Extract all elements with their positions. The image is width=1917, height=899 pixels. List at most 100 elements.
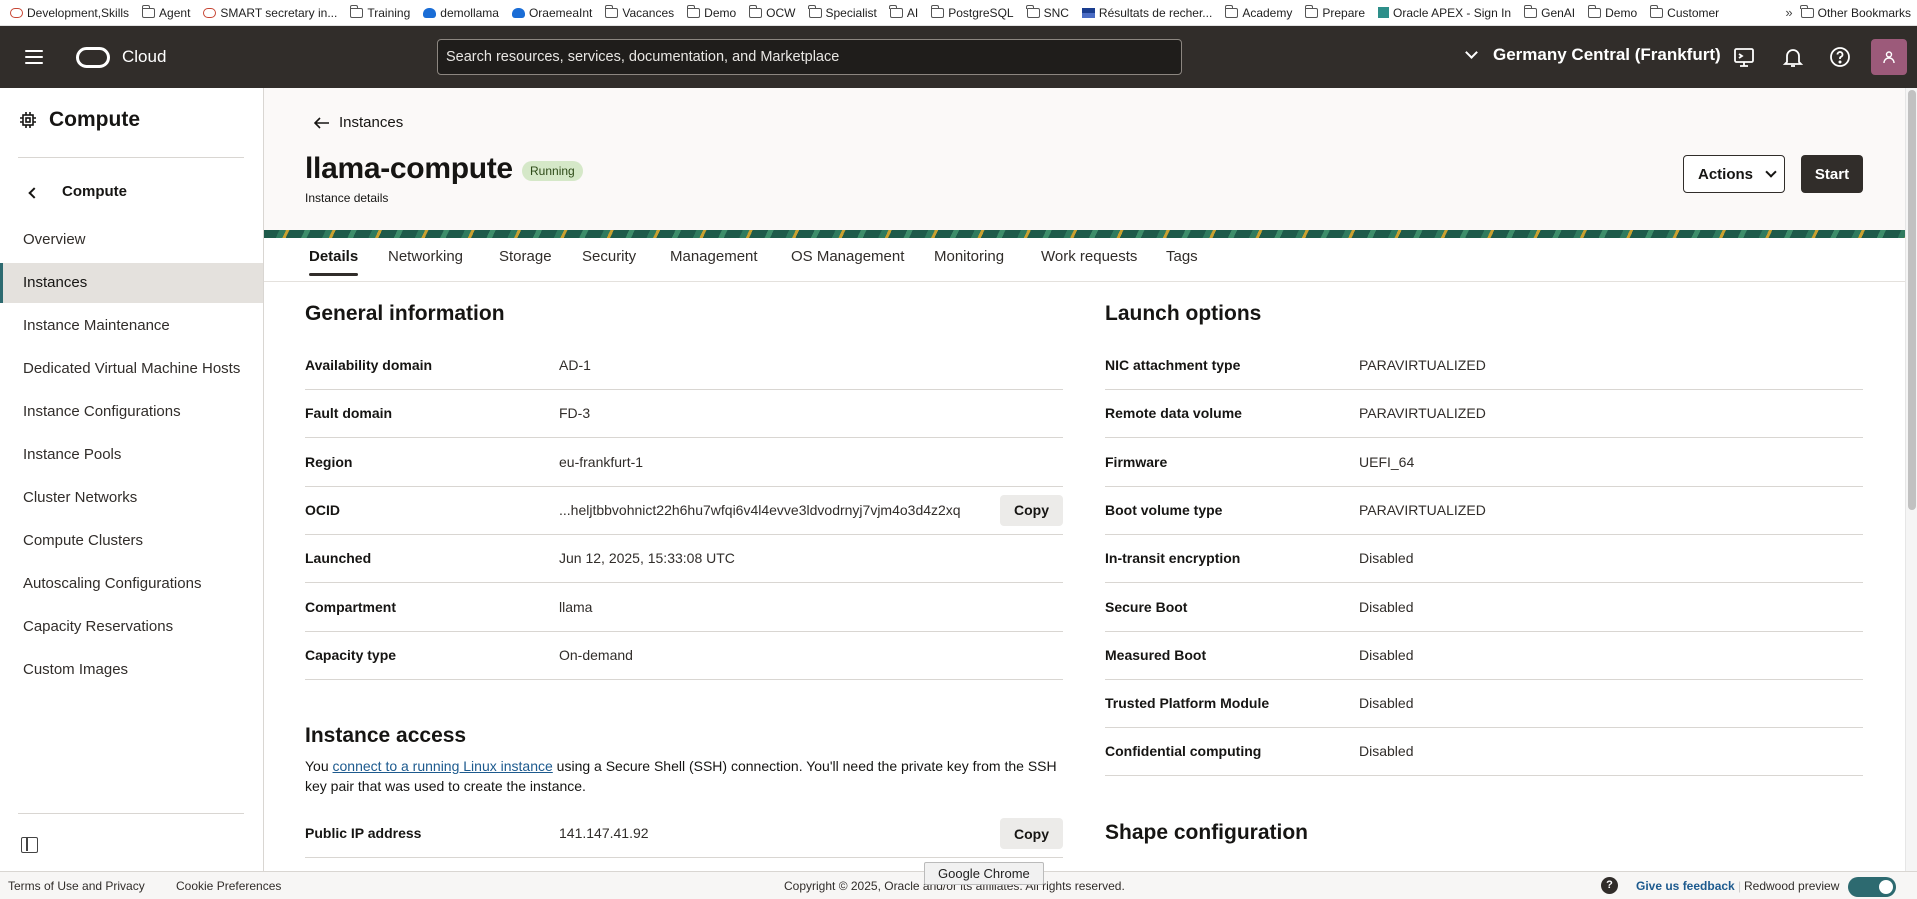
sidebar-item-autoscaling-configurations[interactable]: Autoscaling Configurations: [0, 564, 263, 604]
tab-os-management[interactable]: OS Management: [791, 248, 904, 276]
detail-value: Disabled: [1359, 743, 1414, 760]
redwood-preview-toggle[interactable]: [1848, 877, 1896, 897]
cloud-icon: [511, 7, 525, 18]
detail-row: Capacity type On-demand: [305, 632, 1063, 680]
bookmark-item[interactable]: Demo: [686, 4, 736, 20]
sidebar-title: Compute: [49, 108, 140, 131]
bookmark-item[interactable]: AI: [889, 4, 918, 20]
bookmark-item[interactable]: Training: [349, 4, 410, 20]
detail-label: Measured Boot: [1105, 646, 1207, 663]
detail-label: Confidential computing: [1105, 743, 1262, 760]
sidebar-item-custom-images[interactable]: Custom Images: [0, 650, 263, 690]
sidebar-item-compute-clusters[interactable]: Compute Clusters: [0, 521, 263, 561]
detail-label: Launched: [305, 550, 372, 567]
profile-avatar[interactable]: [1871, 39, 1907, 75]
breadcrumb[interactable]: Instances: [314, 114, 403, 131]
bookmark-item[interactable]: Prepare: [1304, 4, 1365, 20]
bookmark-item[interactable]: OraemeaInt: [511, 5, 593, 20]
sidebar-item-dedicated-virtual-machine-hosts[interactable]: Dedicated Virtual Machine Hosts: [0, 349, 263, 389]
tab-networking[interactable]: Networking: [388, 248, 463, 276]
user-icon: [1883, 51, 1895, 64]
sidebar-back-link[interactable]: Compute: [28, 183, 127, 200]
cloud-shell-icon[interactable]: [1733, 46, 1755, 68]
bookmark-item[interactable]: demollama: [423, 6, 499, 20]
bookmark-item[interactable]: Agent: [141, 4, 190, 20]
detail-value: llama: [559, 598, 593, 615]
folder-icon: [1026, 4, 1040, 18]
copy-ip-button[interactable]: Copy: [1000, 818, 1063, 849]
cookie-preferences-link[interactable]: Cookie Preferences: [176, 879, 281, 893]
public-ip-label: Public IP address: [305, 825, 422, 841]
bookmark-item[interactable]: GenAI: [1523, 4, 1575, 20]
folder-icon: [141, 4, 156, 18]
sidebar-item-instance-pools[interactable]: Instance Pools: [0, 435, 263, 475]
bookmark-item[interactable]: Customer: [1649, 4, 1719, 20]
collapse-sidebar-icon[interactable]: [21, 837, 38, 853]
chevron-left-icon: [28, 186, 40, 199]
bookmark-label: OraemeaInt: [528, 5, 593, 20]
search-input[interactable]: Search resources, services, documentatio…: [437, 39, 1182, 75]
breadcrumb-instances[interactable]: Instances: [339, 114, 403, 131]
bookmark-label: Development,Skills: [27, 5, 130, 20]
tab-management[interactable]: Management: [670, 248, 758, 276]
connect-linux-link[interactable]: connect to a running Linux instance: [333, 758, 553, 774]
launch-options-title: Launch options: [1105, 302, 1262, 325]
tab-work-requests[interactable]: Work requests: [1041, 248, 1137, 276]
status-badge: Running: [522, 161, 583, 181]
tab-monitoring[interactable]: Monitoring: [934, 248, 1004, 276]
more-bookmarks-button[interactable]: »: [1785, 5, 1792, 20]
detail-label: Trusted Platform Module: [1105, 695, 1270, 712]
feedback-link[interactable]: Give us feedback: [1636, 879, 1735, 893]
detail-value: Disabled: [1359, 695, 1414, 712]
sidebar: Compute Compute Overview Instances Instanc…: [0, 88, 264, 871]
folder-icon: [1800, 4, 1814, 18]
tab-tags[interactable]: Tags: [1166, 248, 1198, 276]
page-scrollbar[interactable]: [1905, 88, 1917, 871]
sidebar-item-instance-configurations[interactable]: Instance Configurations: [0, 392, 263, 432]
sidebar-item-capacity-reservations[interactable]: Capacity Reservations: [0, 607, 263, 647]
detail-label: In-transit encryption: [1105, 550, 1241, 567]
bookmark-item[interactable]: SNC: [1026, 4, 1069, 20]
folder-icon: [349, 4, 364, 18]
sidebar-item-overview[interactable]: Overview: [0, 220, 263, 260]
bookmark-item[interactable]: Development,Skills: [10, 6, 129, 20]
help-circle-icon[interactable]: ?: [1601, 877, 1618, 894]
detail-label: Fault domain: [305, 405, 393, 422]
sidebar-item-instances[interactable]: Instances: [0, 263, 263, 303]
help-icon[interactable]: [1829, 46, 1851, 68]
notifications-bell-icon[interactable]: [1782, 46, 1804, 68]
bookmark-item[interactable]: Oracle APEX - Sign In: [1378, 6, 1511, 20]
tab-details[interactable]: Details: [309, 248, 359, 276]
actions-button[interactable]: Actions: [1683, 155, 1785, 193]
bookmark-item[interactable]: Vacances: [604, 4, 674, 20]
bookmark-item[interactable]: Specialist: [808, 4, 877, 20]
bookmark-label: SMART secretary in...: [220, 5, 338, 20]
bookmark-item[interactable]: Résultats de recher...: [1081, 6, 1212, 20]
bookmark-item[interactable]: PostgreSQL: [930, 4, 1014, 20]
other-bookmarks-label: Other Bookmarks: [1817, 5, 1911, 20]
start-button[interactable]: Start: [1801, 155, 1863, 193]
bookmark-item[interactable]: Academy: [1224, 4, 1292, 20]
tab-security[interactable]: Security: [582, 248, 636, 276]
tab-storage[interactable]: Storage: [499, 248, 552, 276]
brand-label[interactable]: Cloud: [122, 47, 166, 67]
bookmark-item[interactable]: SMART secretary in...: [203, 6, 337, 20]
scrollbar-thumb[interactable]: [1908, 90, 1916, 510]
detail-label: Region: [305, 453, 353, 470]
copy-ocid-button[interactable]: Copy: [1000, 494, 1063, 526]
sidebar-item-instance-maintenance[interactable]: Instance Maintenance: [0, 306, 263, 346]
detail-value: ...heljtbbvohnict22h6hu7wfqi6v4l4evve3ld…: [559, 501, 961, 518]
detail-row: Firmware UEFI_64: [1105, 439, 1863, 487]
terms-link[interactable]: Terms of Use and Privacy: [8, 879, 145, 893]
detail-value: AD-1: [559, 357, 591, 373]
detail-value: eu-frankfurt-1: [559, 453, 644, 470]
detail-row: Boot volume type PARAVIRTUALIZED: [1105, 487, 1863, 535]
bookmark-item[interactable]: Demo: [1587, 4, 1637, 20]
other-bookmarks[interactable]: Other Bookmarks: [1800, 4, 1911, 20]
public-ip-value: 141.147.41.92: [559, 825, 649, 841]
sidebar-item-cluster-networks[interactable]: Cluster Networks: [0, 478, 263, 518]
region-selector[interactable]: Germany Central (Frankfurt): [1465, 45, 1721, 65]
menu-icon[interactable]: [25, 50, 43, 64]
oracle-logo-icon[interactable]: [76, 46, 110, 68]
bookmark-item[interactable]: OCW: [748, 4, 796, 20]
